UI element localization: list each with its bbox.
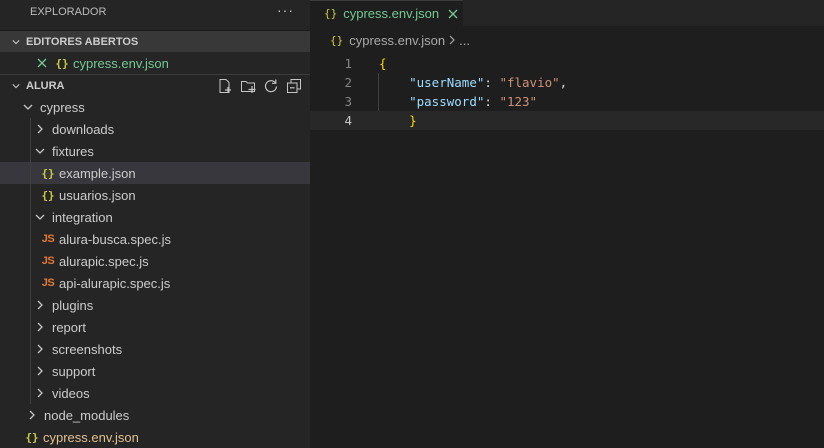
tree-file-alurapic-spec[interactable]: JS alurapic.spec.js xyxy=(0,250,310,272)
chevron-down-icon xyxy=(0,81,20,91)
tree-item-label: node_modules xyxy=(44,407,130,423)
tree-folder-report[interactable]: report xyxy=(0,316,310,338)
chevron-right-icon xyxy=(24,410,40,420)
workspace-actions xyxy=(216,77,302,94)
tree-item-label: api-alurapic.spec.js xyxy=(59,275,171,291)
tree-item-label: alurapic.spec.js xyxy=(59,253,149,269)
tree-item-label: screenshots xyxy=(52,341,123,357)
json-key: "userName" xyxy=(409,75,485,90)
tree-item-label: videos xyxy=(52,385,90,401)
tree-item-label: cypress.env.json xyxy=(43,429,139,445)
code-line: 2 "userName": "flavio", xyxy=(310,73,824,92)
explorer-title-bar: EXPLORADOR ··· xyxy=(0,0,310,24)
tab-bar: {} cypress.env.json xyxy=(310,0,824,26)
line-number: 2 xyxy=(344,75,352,90)
open-brace: { xyxy=(379,56,387,71)
close-brace: } xyxy=(409,113,417,128)
tree-file-example-json[interactable]: {} example.json xyxy=(0,162,310,184)
tree-folder-plugins[interactable]: plugins xyxy=(0,294,310,316)
open-editor-name: cypress.env.json xyxy=(73,55,169,71)
chevron-right-icon xyxy=(32,388,48,398)
code-line: 1 { xyxy=(310,54,824,73)
chevron-down-icon xyxy=(32,146,48,156)
tree-item-label: plugins xyxy=(52,297,94,313)
chevron-down-icon xyxy=(0,37,20,47)
workspace-label: ALURA xyxy=(26,79,65,92)
tree-file-usuarios-json[interactable]: {} usuarios.json xyxy=(0,184,310,206)
json-comma: , xyxy=(559,75,568,90)
breadcrumb-more[interactable]: ... xyxy=(459,33,470,48)
tree-folder-support[interactable]: support xyxy=(0,360,310,382)
tree-folder-downloads[interactable]: downloads xyxy=(0,118,310,140)
tab-cypress-env-json[interactable]: {} cypress.env.json xyxy=(310,0,463,26)
breadcrumb: {} cypress.env.json ... xyxy=(310,26,824,54)
json-file-icon: {} xyxy=(41,166,55,180)
javascript-file-icon: JS xyxy=(41,233,55,245)
javascript-file-icon: JS xyxy=(41,277,55,289)
tree-item-label: fixtures xyxy=(52,143,94,159)
close-icon[interactable] xyxy=(448,9,458,19)
tree-folder-node-modules[interactable]: node_modules xyxy=(0,404,310,426)
tree-item-label: support xyxy=(52,363,96,379)
line-number: 4 xyxy=(344,113,352,128)
javascript-file-icon: JS xyxy=(41,255,55,267)
tree-item-label: usuarios.json xyxy=(59,187,136,203)
more-actions-icon[interactable]: ··· xyxy=(277,2,294,18)
line-number: 3 xyxy=(344,94,352,109)
tree-item-label: integration xyxy=(52,209,113,225)
workspace-header[interactable]: ALURA xyxy=(0,74,310,96)
chevron-right-icon xyxy=(32,366,48,376)
tree-item-label: alura-busca.spec.js xyxy=(59,231,171,247)
refresh-icon[interactable] xyxy=(262,77,279,94)
chevron-right-icon xyxy=(448,35,456,45)
tree-item-label: example.json xyxy=(59,165,136,181)
json-file-icon: {} xyxy=(25,430,39,444)
chevron-down-icon xyxy=(20,102,36,112)
open-editors-label: EDITORES ABERTOS xyxy=(26,35,139,48)
tree-folder-fixtures[interactable]: fixtures xyxy=(0,140,310,162)
json-colon: : xyxy=(484,94,500,109)
json-file-icon: {} xyxy=(41,188,55,202)
tree-folder-integration[interactable]: integration xyxy=(0,206,310,228)
new-file-icon[interactable] xyxy=(216,77,233,94)
json-colon: : xyxy=(484,75,500,90)
tree-folder-screenshots[interactable]: screenshots xyxy=(0,338,310,360)
tab-label: cypress.env.json xyxy=(343,6,440,21)
chevron-right-icon xyxy=(32,344,48,354)
explorer-title: EXPLORADOR xyxy=(30,6,107,18)
file-tree: cypress downloads fixtures {} example.js… xyxy=(0,96,310,448)
tree-item-label: cypress xyxy=(40,99,85,115)
chevron-right-icon xyxy=(32,124,48,134)
breadcrumb-file[interactable]: cypress.env.json xyxy=(349,33,445,48)
editor-area: {} cypress.env.json {} cypress.env.json … xyxy=(310,0,824,448)
code-line: 3 "password": "123" xyxy=(310,92,824,111)
new-folder-icon[interactable] xyxy=(239,77,256,94)
collapse-all-icon[interactable] xyxy=(285,77,302,94)
code-line-current: 4 } xyxy=(310,111,824,130)
json-key: "password" xyxy=(409,94,485,109)
json-file-icon: {} xyxy=(330,33,344,47)
tree-folder-videos[interactable]: videos xyxy=(0,382,310,404)
json-file-icon: {} xyxy=(324,7,338,20)
tree-item-label: downloads xyxy=(52,121,115,137)
code-editor[interactable]: 1 { 2 "userName": "flavio", 3 "password"… xyxy=(310,54,824,130)
json-value: "flavio" xyxy=(499,75,560,90)
json-value: "123" xyxy=(499,94,538,109)
explorer-sidebar: EXPLORADOR ··· EDITORES ABERTOS {} cypre… xyxy=(0,0,310,448)
close-icon[interactable] xyxy=(34,58,50,68)
chevron-down-icon xyxy=(32,212,48,222)
tree-folder-cypress[interactable]: cypress xyxy=(0,96,310,118)
tree-file-alura-busca-spec[interactable]: JS alura-busca.spec.js xyxy=(0,228,310,250)
chevron-right-icon xyxy=(32,300,48,310)
tree-file-api-alurapic-spec[interactable]: JS api-alurapic.spec.js xyxy=(0,272,310,294)
indent-guide xyxy=(30,118,31,404)
json-file-icon: {} xyxy=(55,56,69,70)
open-editor-item[interactable]: {} cypress.env.json xyxy=(0,52,310,74)
tree-file-cypress-env-json[interactable]: {} cypress.env.json xyxy=(0,426,310,448)
open-editors-header[interactable]: EDITORES ABERTOS xyxy=(0,30,310,52)
line-number: 1 xyxy=(344,56,352,71)
chevron-right-icon xyxy=(32,322,48,332)
tree-item-label: report xyxy=(52,319,86,335)
